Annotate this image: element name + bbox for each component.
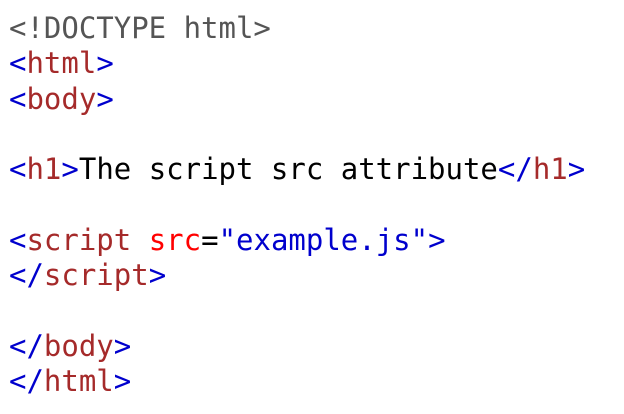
tag-name: body [43, 328, 114, 363]
tag-bracket: </ [9, 258, 44, 293]
heading-text: The script src attribute [78, 152, 498, 187]
tag-bracket: < [9, 81, 27, 116]
tag-name: h1 [532, 152, 568, 187]
tag-bracket: > [428, 222, 446, 257]
code-line-html-open: <html> [9, 46, 585, 81]
tag-bracket: > [96, 46, 114, 81]
code-line-script-open: <script src="example.js"> [9, 223, 585, 258]
tag-name: html [43, 363, 114, 398]
tag-bracket: > [61, 152, 79, 187]
tag-name: script [26, 222, 132, 257]
tag-bracket: > [567, 152, 586, 187]
tag-bracket: < [9, 46, 27, 81]
tag-name: html [26, 46, 97, 81]
tag-bracket: < [9, 222, 27, 257]
tag-name: script [43, 258, 149, 293]
doctype-declaration: <!DOCTYPE html> [9, 11, 271, 45]
tag-bracket: </ [497, 152, 533, 187]
equals-sign: = [201, 222, 219, 257]
code-line-body-open: <body> [9, 82, 585, 117]
tag-bracket: </ [9, 328, 44, 363]
code-line-html-close: </html> [9, 364, 585, 399]
attribute-name: src [148, 222, 202, 257]
tag-bracket: > [148, 258, 167, 293]
code-line-doctype: <!DOCTYPE html> [9, 11, 585, 46]
code-listing: <!DOCTYPE html> <html> <body> <h1>The scri… [9, 11, 585, 399]
tag-bracket: > [96, 81, 114, 116]
tag-bracket: </ [9, 363, 44, 398]
code-line-h1: <h1>The script src attribute</h1> [9, 152, 585, 187]
code-line-script-close: </script> [9, 258, 585, 293]
tag-name: body [26, 81, 97, 116]
code-line-body-close: </body> [9, 329, 585, 364]
tag-bracket: < [9, 152, 27, 187]
attribute-value: "example.js" [218, 222, 429, 257]
tag-bracket: > [113, 363, 132, 398]
tag-name: h1 [26, 152, 62, 187]
tag-bracket: > [113, 328, 132, 363]
